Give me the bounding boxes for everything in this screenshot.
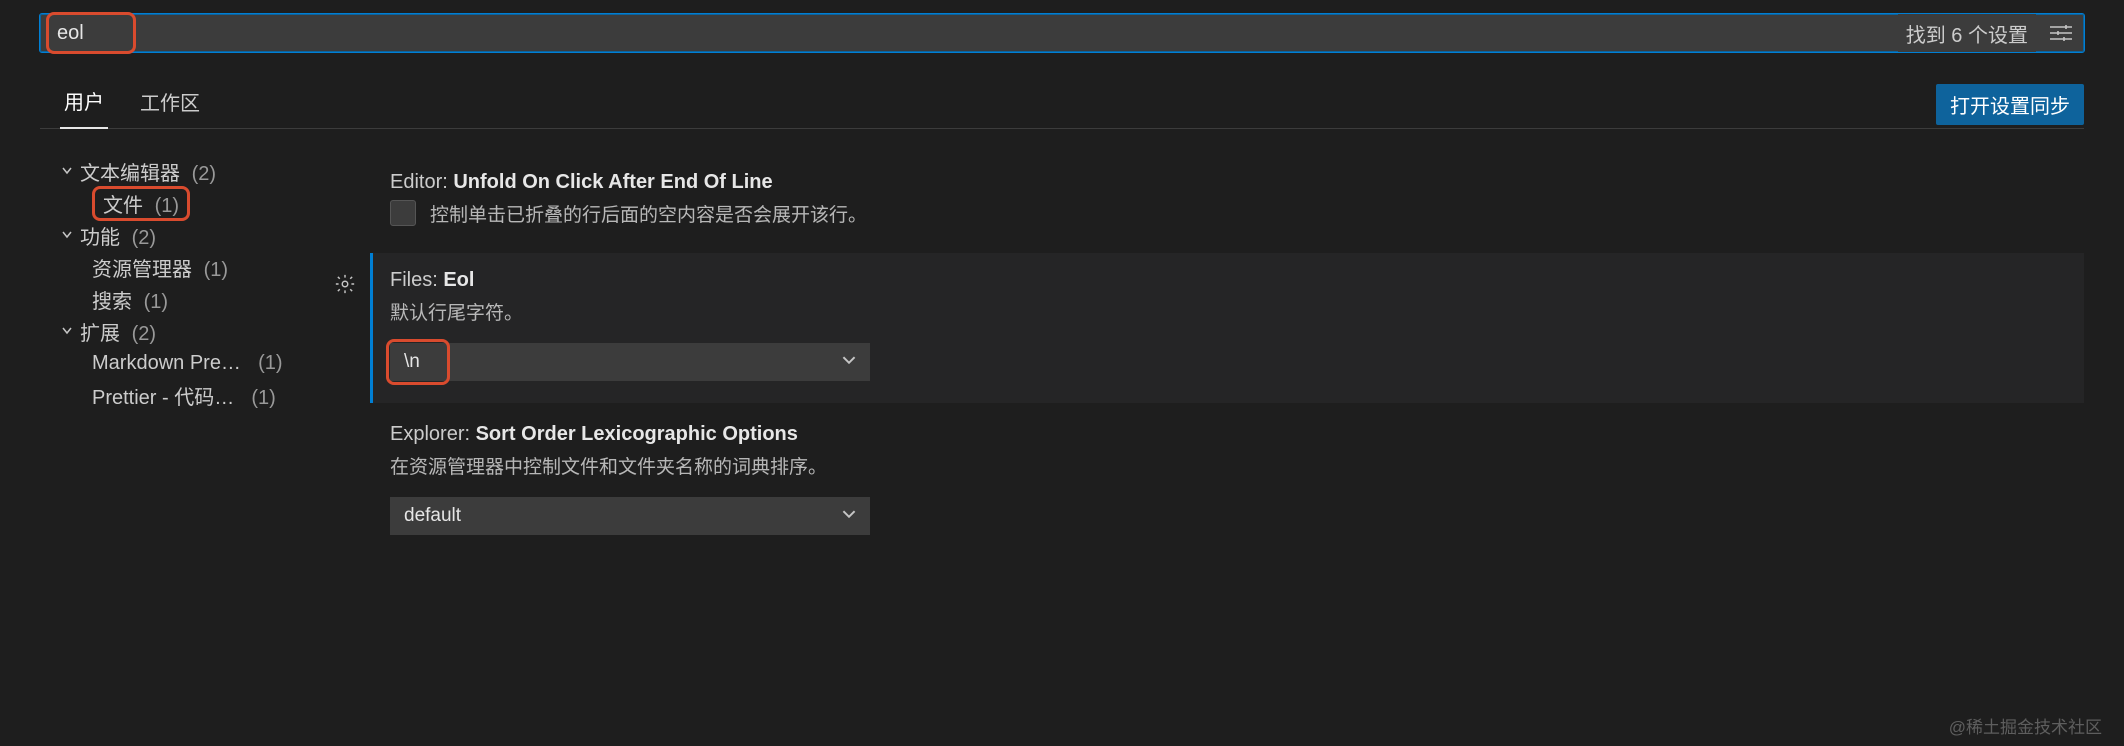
chevron-down-icon xyxy=(842,351,856,373)
tree-label: 扩展 (2) xyxy=(80,317,156,346)
tree-item-features[interactable]: 功能 (2) xyxy=(50,219,360,251)
tree-label: 文本编辑器 (2) xyxy=(80,157,216,186)
select-value: default xyxy=(404,505,461,527)
checkbox-unfold[interactable] xyxy=(390,200,416,226)
settings-search-input[interactable] xyxy=(40,14,2084,52)
chevron-down-icon xyxy=(58,166,76,176)
tree-label: 功能 (2) xyxy=(80,221,156,250)
chevron-down-icon xyxy=(58,326,76,336)
setting-title: Editor: Unfold On Click After End Of Lin… xyxy=(390,171,2064,194)
chevron-down-icon xyxy=(58,230,76,240)
tree-label: Markdown Pre… (1) xyxy=(92,352,283,375)
tree-label: Prettier - 代码… (1) xyxy=(92,381,276,410)
tab-workspace[interactable]: 工作区 xyxy=(136,81,204,128)
settings-list: Editor: Unfold On Click After End Of Lin… xyxy=(370,155,2084,561)
tree-item-search[interactable]: 搜索 (1) xyxy=(50,283,360,315)
setting-description: 默认行尾字符。 xyxy=(390,298,2064,325)
gear-icon[interactable] xyxy=(334,273,356,300)
setting-description: 控制单击已折叠的行后面的空内容是否会展开该行。 xyxy=(430,200,867,227)
select-value: \n xyxy=(404,351,420,373)
setting-title: Files: Eol xyxy=(390,269,2064,292)
chevron-down-icon xyxy=(842,505,856,527)
open-settings-sync-button[interactable]: 打开设置同步 xyxy=(1936,84,2084,125)
select-sort-order[interactable]: default xyxy=(390,497,870,535)
tree-label: 搜索 (1) xyxy=(92,285,168,314)
tree-label: 文件 (1) xyxy=(92,186,190,221)
filter-icon[interactable] xyxy=(2048,20,2074,46)
tree-item-explorer[interactable]: 资源管理器 (1) xyxy=(50,251,360,283)
tree-item-prettier[interactable]: Prettier - 代码… (1) xyxy=(50,379,360,411)
setting-title: Explorer: Sort Order Lexicographic Optio… xyxy=(390,423,2064,446)
setting-description: 在资源管理器中控制文件和文件夹名称的词典排序。 xyxy=(390,452,2064,479)
settings-tree: 文本编辑器 (2) 文件 (1) 功能 (2) 资源管理器 (1) 搜索 (1)… xyxy=(50,155,360,561)
search-result-count: 找到 6 个设置 xyxy=(1898,14,2036,52)
setting-files-eol: Files: Eol 默认行尾字符。 \n xyxy=(370,253,2084,403)
tree-item-extensions[interactable]: 扩展 (2) xyxy=(50,315,360,347)
tree-label: 资源管理器 (1) xyxy=(92,253,228,282)
divider xyxy=(40,128,2084,129)
setting-explorer-sort-order: Explorer: Sort Order Lexicographic Optio… xyxy=(370,407,2084,557)
tree-item-text-editor[interactable]: 文本编辑器 (2) xyxy=(50,155,360,187)
setting-unfold-on-click: Editor: Unfold On Click After End Of Lin… xyxy=(370,155,2084,249)
select-files-eol[interactable]: \n xyxy=(390,343,870,381)
watermark: @稀土掘金技术社区 xyxy=(1949,713,2102,738)
tab-user[interactable]: 用户 xyxy=(60,80,108,129)
tree-item-file[interactable]: 文件 (1) xyxy=(50,187,360,219)
tree-item-markdown[interactable]: Markdown Pre… (1) xyxy=(50,347,360,379)
